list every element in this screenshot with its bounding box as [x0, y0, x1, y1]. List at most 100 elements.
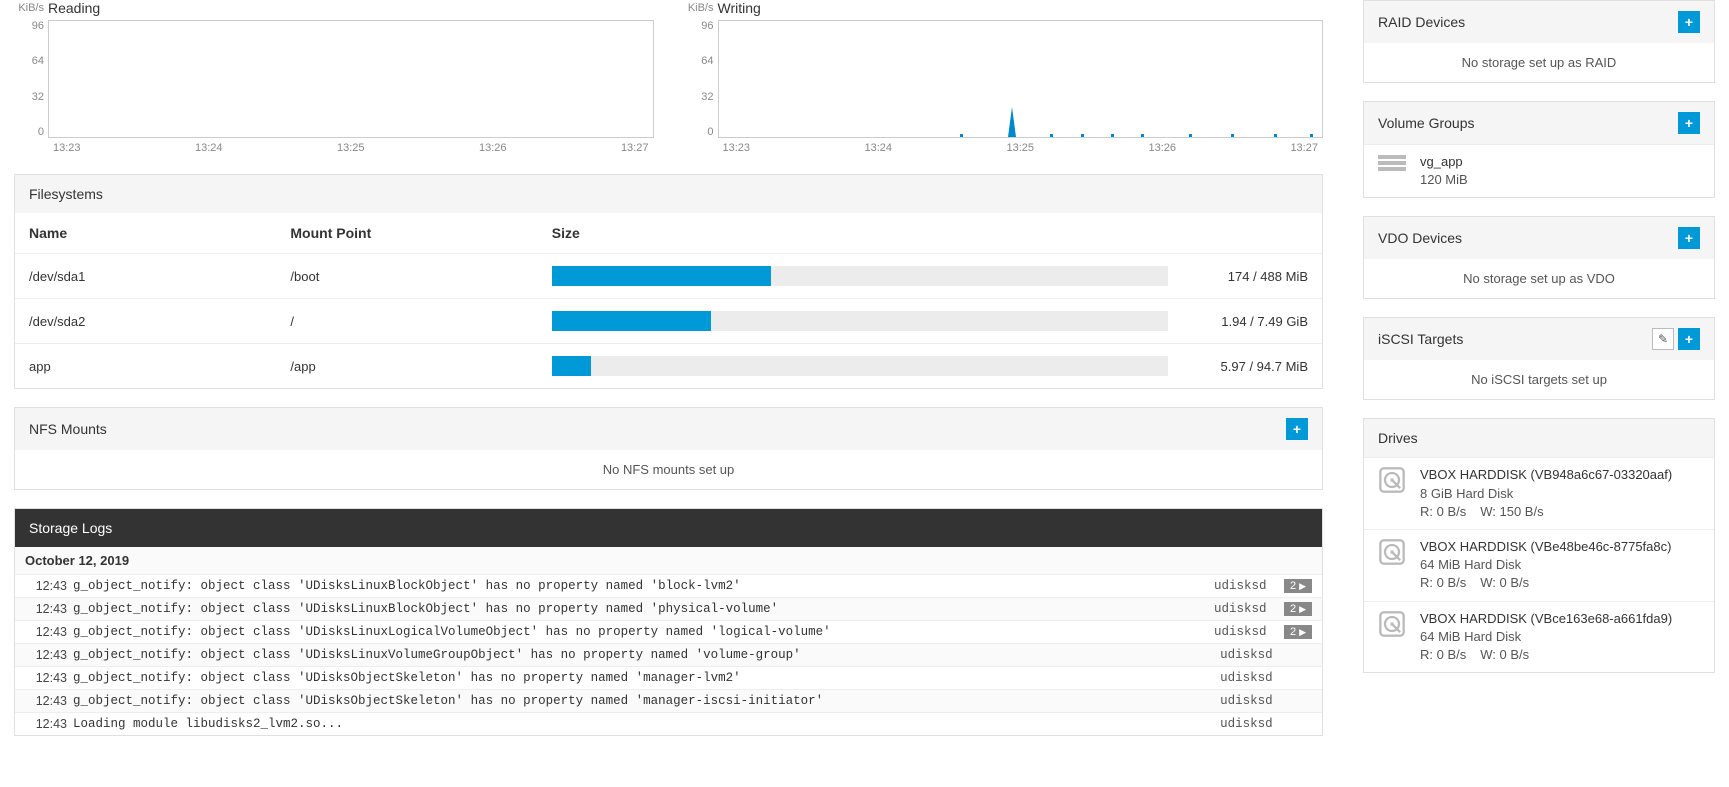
log-count-badge[interactable]: 2▶ [1284, 579, 1312, 593]
hard-disk-icon [1378, 538, 1406, 566]
chevron-right-icon: ▶ [1299, 604, 1306, 615]
nfs-title: NFS Mounts [29, 421, 107, 437]
reading-chart-title: Reading [48, 0, 100, 16]
drive-desc: 8 GiB Hard Disk [1420, 485, 1700, 503]
log-source: udisksd [1214, 602, 1284, 616]
log-time: 12:43 [25, 671, 73, 685]
iscsi-title: iSCSI Targets [1378, 331, 1463, 347]
log-message: g_object_notify: object class 'UDisksObj… [73, 671, 1220, 685]
log-message: g_object_notify: object class 'UDisksLin… [73, 648, 1220, 662]
drive-desc: 64 MiB Hard Disk [1420, 628, 1700, 646]
vdo-title: VDO Devices [1378, 230, 1462, 246]
vg-item-size: 120 MiB [1420, 171, 1700, 189]
drive-item[interactable]: VBOX HARDDISK (VBe48be46c-8775fa8c) 64 M… [1364, 529, 1714, 601]
log-message: g_object_notify: object class 'UDisksObj… [73, 694, 1220, 708]
log-time: 12:43 [25, 694, 73, 708]
reading-chart: KiB/s Reading 96 64 32 0 13:23 13:24 13:… [14, 0, 654, 154]
log-message: g_object_notify: object class 'UDisksLin… [73, 602, 1214, 616]
fs-mount: /boot [276, 254, 537, 299]
log-row[interactable]: 12:43 g_object_notify: object class 'UDi… [15, 598, 1322, 621]
volume-group-icon [1378, 153, 1406, 171]
reading-y-axis: 96 64 32 0 [14, 20, 48, 138]
log-row[interactable]: 12:43 g_object_notify: object class 'UDi… [15, 690, 1322, 713]
fs-mount: / [276, 299, 537, 344]
drive-name: VBOX HARDDISK (VBce163e68-a661fda9) [1420, 610, 1700, 628]
plus-icon: + [1685, 230, 1693, 246]
vdo-empty: No storage set up as VDO [1364, 259, 1714, 298]
log-source: udisksd [1220, 717, 1290, 731]
hard-disk-icon [1378, 466, 1406, 494]
raid-panel: RAID Devices + No storage set up as RAID [1363, 0, 1715, 83]
writing-y-axis: 96 64 32 0 [684, 20, 718, 138]
add-nfs-button[interactable]: + [1286, 418, 1308, 440]
vg-title: Volume Groups [1378, 115, 1475, 131]
vg-item[interactable]: vg_app 120 MiB [1364, 144, 1714, 197]
filesystem-row[interactable]: app /app 5.97 / 94.7 MiB [15, 344, 1322, 389]
writing-chart: KiB/s Writing 96 64 32 0 [684, 0, 1324, 154]
hard-disk-icon [1378, 610, 1406, 638]
log-count-badge[interactable]: 2▶ [1284, 625, 1312, 639]
col-size: Size [538, 213, 1322, 254]
add-vg-button[interactable]: + [1678, 112, 1700, 134]
log-row[interactable]: 12:43 g_object_notify: object class 'UDi… [15, 575, 1322, 598]
reading-x-axis: 13:23 13:24 13:25 13:26 13:27 [48, 142, 654, 154]
col-mount: Mount Point [276, 213, 537, 254]
log-row[interactable]: 12:43 g_object_notify: object class 'UDi… [15, 667, 1322, 690]
vdo-panel: VDO Devices + No storage set up as VDO [1363, 216, 1715, 299]
log-time: 12:43 [25, 648, 73, 662]
drive-rw: R: 0 B/sW: 0 B/s [1420, 574, 1700, 592]
log-time: 12:43 [25, 602, 73, 616]
log-source: udisksd [1214, 625, 1284, 639]
col-name: Name [15, 213, 276, 254]
vg-item-name: vg_app [1420, 153, 1700, 171]
add-vdo-button[interactable]: + [1678, 227, 1700, 249]
storage-logs-panel: Storage Logs October 12, 2019 12:43 g_ob… [14, 508, 1323, 736]
fs-name: /dev/sda2 [15, 299, 276, 344]
log-message: g_object_notify: object class 'UDisksLin… [73, 579, 1214, 593]
log-source: udisksd [1214, 579, 1284, 593]
nfs-panel: NFS Mounts + No NFS mounts set up [14, 407, 1323, 490]
log-row[interactable]: 12:43 Loading module libudisks2_lvm2.so.… [15, 713, 1322, 735]
plus-icon: + [1685, 14, 1693, 30]
fs-name: /dev/sda1 [15, 254, 276, 299]
plus-icon: + [1293, 421, 1301, 437]
fs-usage-bar [552, 356, 1168, 376]
filesystem-row[interactable]: /dev/sda1 /boot 174 / 488 MiB [15, 254, 1322, 299]
log-row[interactable]: 12:43 g_object_notify: object class 'UDi… [15, 621, 1322, 644]
drive-rw: R: 0 B/sW: 0 B/s [1420, 646, 1700, 664]
add-raid-button[interactable]: + [1678, 11, 1700, 33]
drive-item[interactable]: VBOX HARDDISK (VB948a6c67-03320aaf) 8 Gi… [1364, 457, 1714, 529]
io-charts: KiB/s Reading 96 64 32 0 13:23 13:24 13:… [14, 0, 1323, 154]
fs-usage-bar [552, 311, 1168, 331]
log-row[interactable]: 12:43 g_object_notify: object class 'UDi… [15, 644, 1322, 667]
add-iscsi-button[interactable]: + [1678, 328, 1700, 350]
nfs-empty: No NFS mounts set up [15, 450, 1322, 489]
fs-size-text: 1.94 / 7.49 GiB [1188, 314, 1308, 329]
logs-date: October 12, 2019 [15, 547, 1322, 575]
plus-icon: + [1685, 331, 1693, 347]
log-time: 12:43 [25, 625, 73, 639]
raid-title: RAID Devices [1378, 14, 1465, 30]
log-time: 12:43 [25, 717, 73, 731]
log-count-badge[interactable]: 2▶ [1284, 602, 1312, 616]
pencil-icon: ✎ [1658, 332, 1668, 346]
writing-unit: KiB/s [684, 2, 718, 14]
writing-chart-title: Writing [718, 0, 761, 16]
fs-size-text: 5.97 / 94.7 MiB [1188, 359, 1308, 374]
filesystems-title: Filesystems [29, 186, 103, 202]
fs-size-text: 174 / 488 MiB [1188, 269, 1308, 284]
log-message: g_object_notify: object class 'UDisksLin… [73, 625, 1214, 639]
drives-panel: Drives VBOX HARDDISK (VB948a6c67-03320aa… [1363, 418, 1715, 673]
logs-title: Storage Logs [29, 520, 112, 536]
writing-chart-area [718, 20, 1324, 138]
fs-mount: /app [276, 344, 537, 389]
writing-x-axis: 13:23 13:24 13:25 13:26 13:27 [718, 142, 1324, 154]
filesystem-row[interactable]: /dev/sda2 / 1.94 / 7.49 GiB [15, 299, 1322, 344]
edit-iscsi-button[interactable]: ✎ [1652, 328, 1674, 350]
drive-item[interactable]: VBOX HARDDISK (VBce163e68-a661fda9) 64 M… [1364, 601, 1714, 673]
log-time: 12:43 [25, 579, 73, 593]
raid-empty: No storage set up as RAID [1364, 43, 1714, 82]
drive-name: VBOX HARDDISK (VB948a6c67-03320aaf) [1420, 466, 1700, 484]
plus-icon: + [1685, 115, 1693, 131]
drive-name: VBOX HARDDISK (VBe48be46c-8775fa8c) [1420, 538, 1700, 556]
